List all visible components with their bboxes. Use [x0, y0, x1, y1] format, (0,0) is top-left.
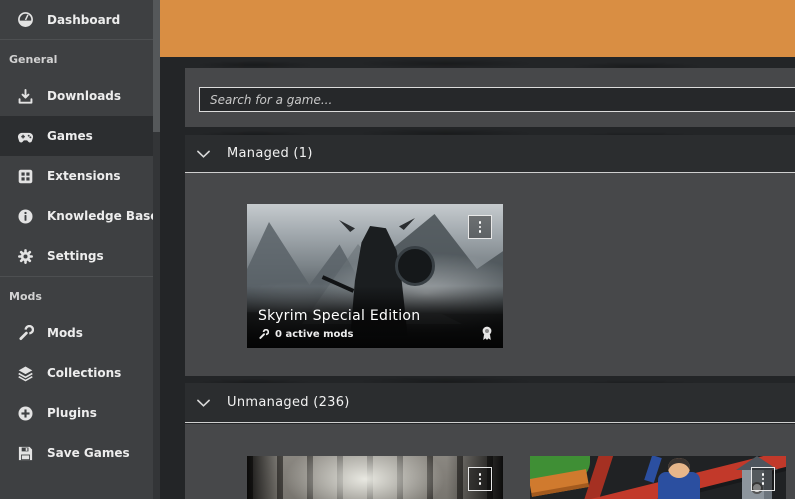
game-card-unmanaged-2[interactable] — [530, 456, 786, 499]
layers-icon — [17, 365, 34, 382]
chevron-down-icon — [196, 148, 211, 160]
card-menu-button[interactable] — [468, 215, 492, 239]
game-search-panel — [185, 68, 795, 127]
sidebar-scrollbar-thumb[interactable] — [153, 0, 160, 132]
gear-icon — [17, 248, 34, 265]
sidebar-item-knowledge-base[interactable]: Knowledge Base — [0, 196, 160, 236]
main-content: Managed (1) Skyrim Special E — [160, 0, 795, 499]
sidebar-item-label: Mods — [47, 326, 83, 340]
card-menu-button[interactable] — [468, 467, 492, 491]
game-card-mod-count: 0 active mods — [258, 329, 354, 340]
managed-section-body: Skyrim Special Edition 0 active mods — [185, 173, 795, 376]
search-input[interactable] — [199, 87, 795, 112]
unmanaged-section-header[interactable]: Unmanaged (236) — [185, 383, 795, 423]
unmanaged-section-title: Unmanaged (236) — [227, 395, 350, 410]
managed-section-title: Managed (1) — [227, 146, 313, 161]
game-card-art — [247, 456, 503, 499]
gauge-icon — [17, 11, 34, 28]
plus-circle-icon — [17, 405, 34, 422]
managed-section-header[interactable]: Managed (1) — [185, 135, 795, 173]
download-icon — [17, 88, 34, 105]
sidebar-item-save-games[interactable]: Save Games — [0, 433, 160, 473]
sidebar: Dashboard General Downloads Games Extens… — [0, 0, 160, 499]
sidebar-item-label: Plugins — [47, 406, 97, 420]
sidebar-section-mods: Mods — [9, 290, 42, 303]
sidebar-item-downloads[interactable]: Downloads — [0, 76, 160, 116]
vortex-app-window: Dashboard General Downloads Games Extens… — [0, 0, 795, 499]
sidebar-item-collections[interactable]: Collections — [0, 353, 160, 393]
gamepad-icon — [17, 128, 34, 145]
award-icon — [481, 326, 493, 341]
wrench-icon — [17, 324, 34, 342]
top-banner — [160, 0, 795, 57]
game-card-unmanaged-1[interactable] — [247, 456, 503, 499]
floppy-icon — [17, 445, 34, 462]
game-card-title: Skyrim Special Edition — [258, 308, 421, 324]
game-card-skyrim[interactable]: Skyrim Special Edition 0 active mods — [247, 204, 503, 348]
sidebar-item-mods[interactable]: Mods — [0, 313, 160, 353]
chevron-down-icon — [196, 397, 211, 409]
sidebar-item-label: Collections — [47, 366, 122, 380]
sidebar-item-label: Dashboard — [47, 12, 121, 27]
sidebar-item-label: Save Games — [47, 446, 130, 460]
card-menu-button[interactable] — [751, 467, 775, 491]
sidebar-item-games[interactable]: Games — [0, 116, 160, 156]
sidebar-item-label: Knowledge Base — [47, 209, 159, 223]
wrench-icon — [259, 329, 269, 339]
sidebar-item-settings[interactable]: Settings — [0, 236, 160, 276]
sidebar-item-dashboard[interactable]: Dashboard — [0, 0, 160, 40]
sidebar-item-extensions[interactable]: Extensions — [0, 156, 160, 196]
sidebar-item-plugins[interactable]: Plugins — [0, 393, 160, 433]
info-icon — [17, 208, 34, 225]
game-card-art — [530, 456, 786, 499]
sidebar-item-label: Extensions — [47, 169, 121, 183]
sidebar-item-label: Downloads — [47, 89, 122, 103]
unmanaged-section-body — [185, 424, 795, 499]
sidebar-section-general: General — [9, 53, 58, 66]
sidebar-item-label: Settings — [47, 249, 104, 263]
extensions-icon — [17, 168, 34, 185]
sidebar-item-label: Games — [47, 129, 93, 143]
